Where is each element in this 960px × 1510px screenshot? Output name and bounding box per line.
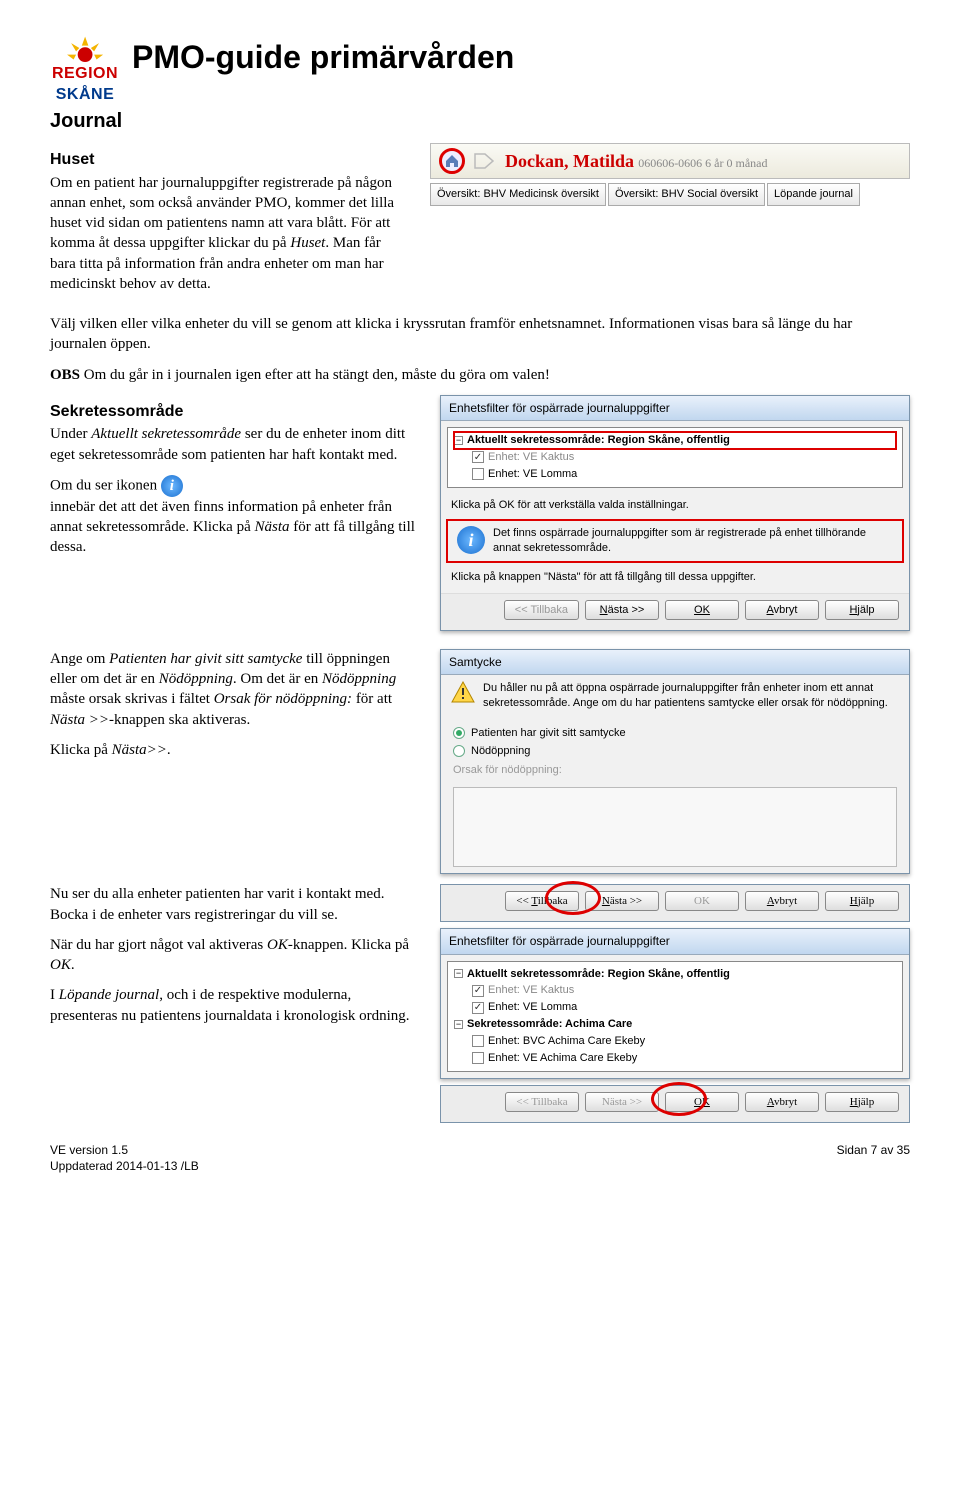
checkbox[interactable]: [472, 985, 484, 997]
house-icon[interactable]: [439, 148, 465, 174]
tree-top: − Sekretessområde: Achima Care: [454, 1016, 896, 1033]
dialog-title: Enhetsfilter för ospärrade journaluppgif…: [441, 396, 909, 421]
checkbox[interactable]: [472, 1035, 484, 1047]
unit-tree-2: − Aktuellt sekretessområde: Region Skåne…: [447, 961, 903, 1072]
heading-huset: Huset: [50, 149, 410, 171]
back-button: << Tillbaka: [504, 600, 579, 620]
radio-nodoppning[interactable]: Nödöppning: [453, 744, 897, 759]
cancel-button[interactable]: Avbryt: [745, 600, 819, 620]
ok-button[interactable]: OK: [665, 600, 739, 620]
nuser-p1: Nu ser du alla enheter patienten har var…: [50, 884, 420, 925]
sekretess-p1: Under Aktuellt sekretessområde ser du de…: [50, 424, 420, 465]
dialog-title: Enhetsfilter för ospärrade journaluppgif…: [441, 929, 909, 954]
cancel-button[interactable]: Avbryt: [745, 1092, 819, 1112]
unit-tree: − Aktuellt sekretessområde: Region Skåne…: [447, 427, 903, 488]
logo-text-skane: SKÅNE: [56, 86, 115, 103]
help-button[interactable]: Hjälp: [825, 1092, 899, 1112]
sekretess-p2: Om du ser ikonen i innebär det att det ä…: [50, 475, 420, 558]
region-skane-logo: REGION SKÅNE: [50, 30, 120, 106]
orsak-label: Orsak för nödöppning:: [453, 763, 897, 778]
msg-ok: Klicka på OK för att verkställa valda in…: [441, 494, 909, 517]
samtycke-msg: Du håller nu på att öppna ospärrade jour…: [441, 675, 909, 717]
radio-icon[interactable]: [453, 727, 465, 739]
nuser-p2: När du har gjort något val aktiveras OK-…: [50, 935, 420, 976]
logo-text-region: REGION: [52, 65, 118, 82]
info-icon: i: [457, 526, 485, 554]
tab-medicinsk[interactable]: Översikt: BHV Medicinsk översikt: [430, 183, 606, 206]
dialog-enhetsfilter-2: Enhetsfilter för ospärrade journaluppgif…: [440, 928, 910, 1078]
msg-next: Klicka på knappen "Nästa" för att få til…: [441, 566, 909, 593]
page-title: PMO-guide primärvården: [132, 36, 514, 79]
warning-icon: [451, 681, 475, 703]
tag-icon: [473, 151, 497, 171]
tab-social[interactable]: Översikt: BHV Social översikt: [608, 183, 765, 206]
tree-item[interactable]: Enhet: VE Achima Care Ekeby: [454, 1050, 896, 1067]
samtycke-p1: Ange om Patienten har givit sitt samtyck…: [50, 649, 420, 730]
huset-p3: OBS Om du går in i journalen igen efter …: [50, 365, 910, 385]
button-row-final: << Tillbaka Nästa >> OK Avbryt Hjälp: [440, 1085, 910, 1123]
tab-lopande[interactable]: Löpande journal: [767, 183, 860, 206]
collapse-icon[interactable]: −: [454, 436, 463, 445]
back-button: << Tillbaka: [505, 1092, 579, 1112]
tree-top: − Aktuellt sekretessområde: Region Skåne…: [454, 966, 896, 983]
huset-p2: Välj vilken eller vilka enheter du vill …: [50, 314, 910, 355]
next-button: Nästa >>: [585, 1092, 659, 1112]
patient-name: Dockan, Matilda: [505, 151, 634, 171]
footer-version: VE version 1.5: [50, 1142, 199, 1158]
tree-item[interactable]: Enhet: VE Lomma: [454, 466, 896, 483]
patient-details: 060606-0606 6 år 0 månad: [638, 156, 767, 170]
footer-page: Sidan 7 av 35: [837, 1142, 910, 1174]
nuser-p3: I Löpande journal, och i de respektive m…: [50, 985, 420, 1026]
footer-updated: Uppdaterad 2014-01-13 /LB: [50, 1158, 199, 1174]
tree-item[interactable]: Enhet: VE Kaktus: [454, 982, 896, 999]
tree-item[interactable]: Enhet: VE Kaktus: [454, 449, 896, 466]
tree-item[interactable]: Enhet: VE Lomma: [454, 999, 896, 1016]
dialog-enhetsfilter-1: Enhetsfilter för ospärrade journaluppgif…: [440, 395, 910, 631]
button-row-samtycke-bottom: << Tillbaka Nästa >> OK Avbryt Hjälp: [440, 884, 910, 922]
huset-p1: Om en patient har journaluppgifter regis…: [50, 173, 410, 295]
samtycke-p2: Klicka på Nästa>>.: [50, 740, 420, 760]
collapse-icon[interactable]: −: [454, 969, 463, 978]
red-circle-highlight: [651, 1082, 707, 1116]
help-button[interactable]: Hjälp: [825, 891, 899, 911]
dialog-samtycke: Samtycke Du håller nu på att öppna ospär…: [440, 649, 910, 874]
checkbox[interactable]: [472, 451, 484, 463]
dialog-title: Samtycke: [441, 650, 909, 675]
cancel-button[interactable]: Avbryt: [745, 891, 819, 911]
next-button[interactable]: Nästa >>: [585, 600, 659, 620]
help-button[interactable]: Hjälp: [825, 600, 899, 620]
msg-info-row: i Det finns ospärrade journaluppgifter s…: [447, 520, 903, 562]
info-icon: i: [161, 475, 183, 497]
radio-icon[interactable]: [453, 745, 465, 757]
checkbox[interactable]: [472, 1052, 484, 1064]
checkbox[interactable]: [472, 1002, 484, 1014]
checkbox[interactable]: [472, 468, 484, 480]
sun-icon: [58, 30, 113, 63]
ok-button: OK: [665, 891, 739, 911]
heading-sekretess: Sekretessområde: [50, 401, 420, 423]
tree-item[interactable]: Enhet: BVC Achima Care Ekeby: [454, 1033, 896, 1050]
radio-samtycke[interactable]: Patienten har givit sitt samtycke: [453, 726, 897, 741]
collapse-icon[interactable]: −: [454, 1020, 463, 1029]
patient-header-screenshot: Dockan, Matilda 060606-0606 6 år 0 månad…: [430, 143, 910, 206]
page-footer: VE version 1.5 Uppdaterad 2014-01-13 /LB…: [50, 1142, 910, 1174]
section-journal: Journal: [50, 108, 910, 135]
page-header: REGION SKÅNE PMO-guide primärvården: [50, 30, 910, 106]
tree-top: − Aktuellt sekretessområde: Region Skåne…: [454, 432, 896, 449]
orsak-textarea: [453, 787, 897, 867]
